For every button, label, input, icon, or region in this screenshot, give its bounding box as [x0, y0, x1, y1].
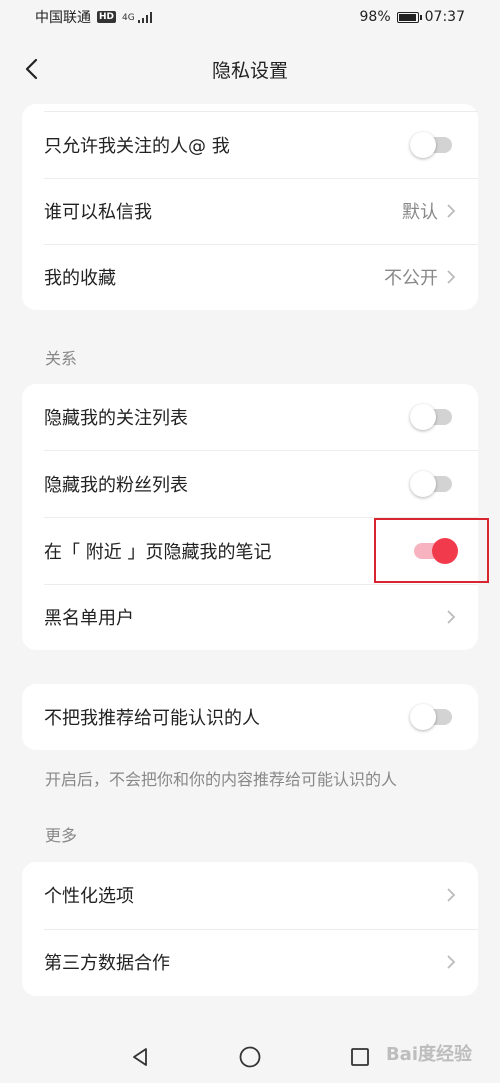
section-label-relation: 关系: [45, 349, 78, 368]
more-card: 个性化选项 第三方数据合作: [22, 862, 478, 996]
row-hide-fans-list[interactable]: 隐藏我的粉丝列表: [22, 451, 478, 517]
nav-home-button[interactable]: [235, 1042, 265, 1072]
relation-card: 隐藏我的关注列表 隐藏我的粉丝列表 在「 附近 」页隐藏我的笔记 黑名单用户: [22, 384, 478, 650]
nav-recents-button[interactable]: [345, 1042, 375, 1072]
row-label: 不把我推荐给可能认识的人: [44, 708, 260, 729]
nav-back-button[interactable]: [125, 1042, 155, 1072]
chevron-right-icon: [446, 887, 456, 903]
row-blacklist[interactable]: 黑名单用户: [22, 584, 478, 650]
network-type-label: 4G: [122, 12, 135, 23]
row-label: 隐藏我的粉丝列表: [44, 475, 188, 496]
watermark-logo: Bai度经验: [385, 1044, 472, 1065]
back-button[interactable]: [18, 52, 46, 86]
square-recents-icon: [351, 1047, 369, 1066]
row-mention-only-following[interactable]: 只允许我关注的人@ 我: [22, 112, 478, 178]
toggle-hide-following-list[interactable]: [410, 404, 456, 430]
recommend-hint: 开启后，不会把你和你的内容推荐给可能认识的人: [45, 770, 398, 789]
recommend-card: 不把我推荐给可能认识的人: [22, 684, 478, 750]
status-bar: 中国联通 HD 4G 98% 07:37: [0, 0, 500, 34]
row-label: 我的收藏: [44, 268, 116, 289]
row-label: 个性化选项: [44, 886, 134, 907]
carrier-label: 中国联通: [35, 10, 91, 26]
clock: 07:37: [424, 9, 465, 25]
highlight-annotation-box: [374, 518, 489, 583]
row-hide-following-list[interactable]: 隐藏我的关注列表: [22, 384, 478, 450]
row-value: 不公开: [384, 268, 438, 289]
row-label: 在「 附近 」页隐藏我的笔记: [44, 542, 272, 563]
row-value: 默认: [402, 202, 438, 223]
row-third-party-data[interactable]: 第三方数据合作: [22, 929, 478, 995]
chevron-right-icon: [446, 203, 456, 219]
battery-icon: [396, 11, 422, 23]
row-label: 第三方数据合作: [44, 953, 170, 974]
chevron-right-icon: [446, 269, 456, 285]
hd-icon: HD: [97, 11, 117, 23]
row-my-collection[interactable]: 我的收藏 不公开: [22, 244, 478, 310]
privacy-card: 只允许我关注的人@ 我 谁可以私信我 默认 我的收藏 不公开: [22, 104, 478, 310]
section-label-more: 更多: [45, 826, 78, 845]
signal-icon: 4G: [122, 11, 154, 23]
app-header: 隐私设置: [0, 34, 500, 104]
row-label: 谁可以私信我: [44, 202, 152, 223]
page-title: 隐私设置: [211, 59, 288, 82]
row-who-can-message[interactable]: 谁可以私信我 默认: [22, 178, 478, 244]
back-arrow-icon: [25, 58, 38, 80]
toggle-mention-only-following[interactable]: [410, 132, 456, 158]
circle-home-icon: [239, 1046, 261, 1067]
row-personalization[interactable]: 个性化选项: [22, 862, 478, 928]
row-no-recommend[interactable]: 不把我推荐给可能认识的人: [22, 684, 478, 750]
row-label: 隐藏我的关注列表: [44, 408, 188, 429]
chevron-right-icon: [446, 609, 456, 625]
row-label: 只允许我关注的人@ 我: [44, 136, 230, 157]
battery-percent: 98%: [359, 9, 391, 25]
row-label: 黑名单用户: [44, 608, 134, 629]
chevron-right-icon: [446, 954, 456, 970]
toggle-no-recommend[interactable]: [410, 704, 456, 730]
triangle-back-icon: [133, 1047, 147, 1066]
toggle-hide-fans-list[interactable]: [410, 471, 456, 497]
